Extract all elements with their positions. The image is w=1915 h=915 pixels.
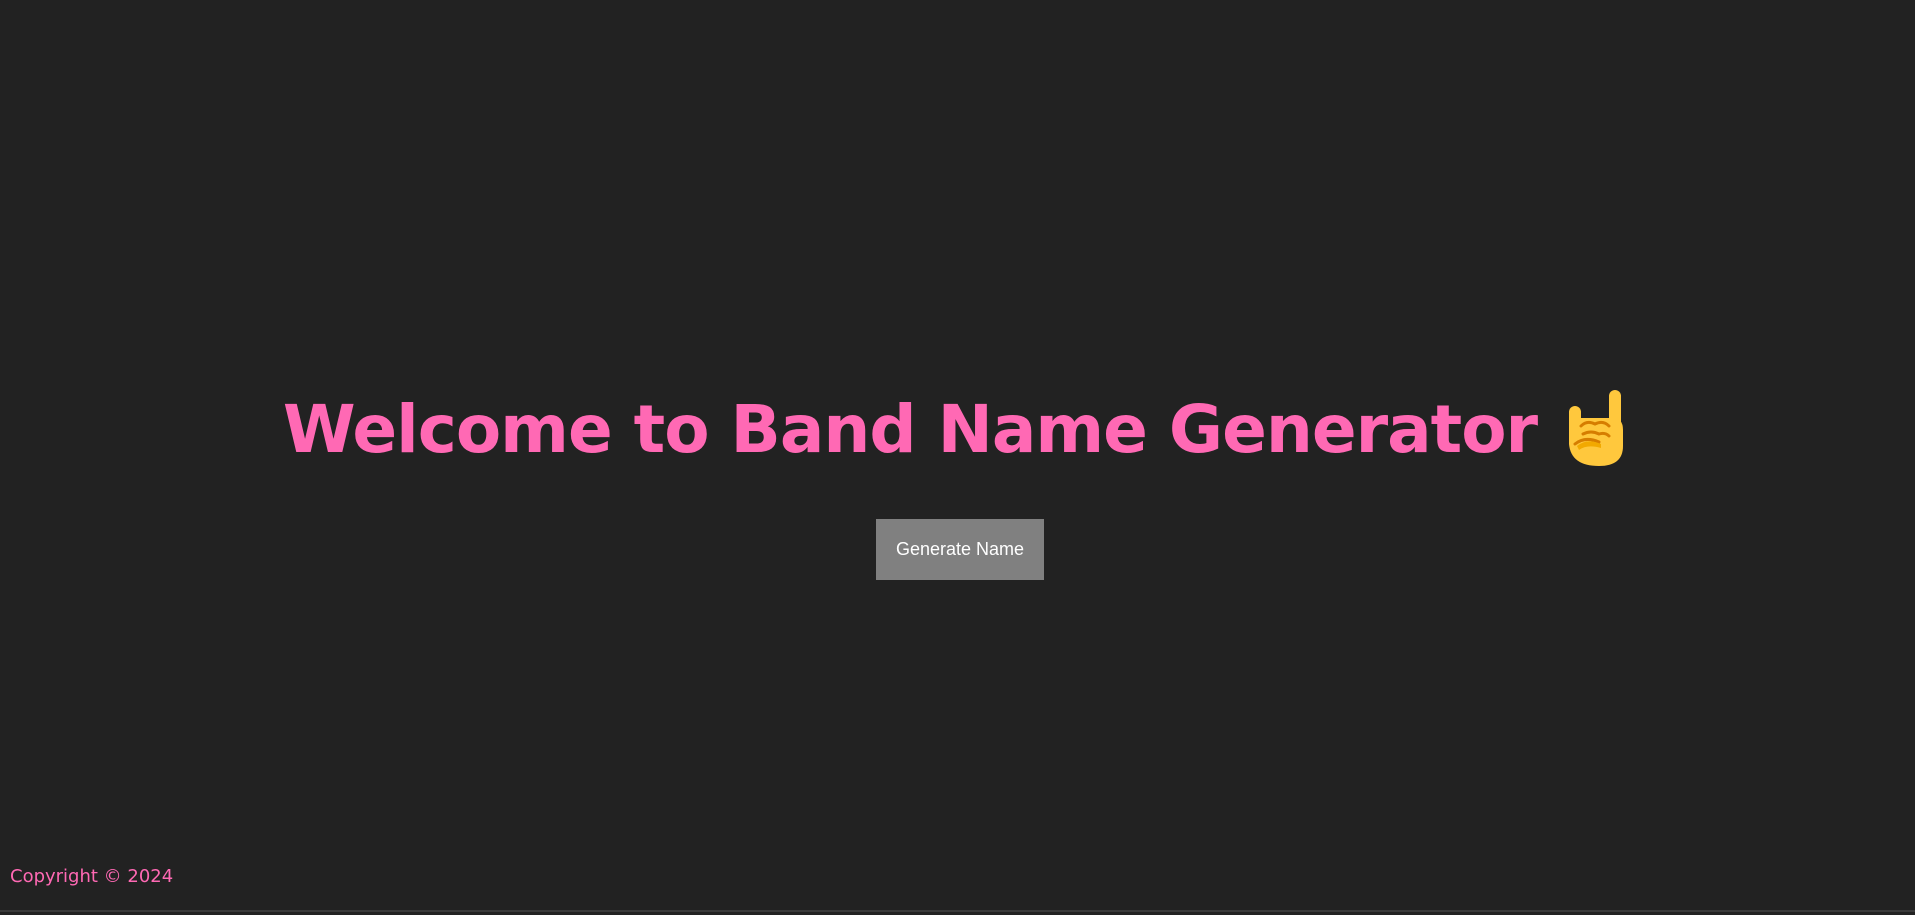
button-container: Generate Name (876, 519, 1044, 580)
generate-name-button[interactable]: Generate Name (876, 519, 1044, 580)
hero-section: Welcome to Band Name Generator (0, 385, 1915, 475)
rock-on-hand-icon (1565, 388, 1629, 468)
title-row: Welcome to Band Name Generator (283, 385, 1629, 475)
divider (0, 910, 1915, 912)
page: Welcome to Band Name Generator Generate … (0, 0, 1915, 915)
page-title: Welcome to Band Name Generator (282, 391, 1538, 468)
footer-copyright: Copyright © 2024 (10, 866, 174, 887)
